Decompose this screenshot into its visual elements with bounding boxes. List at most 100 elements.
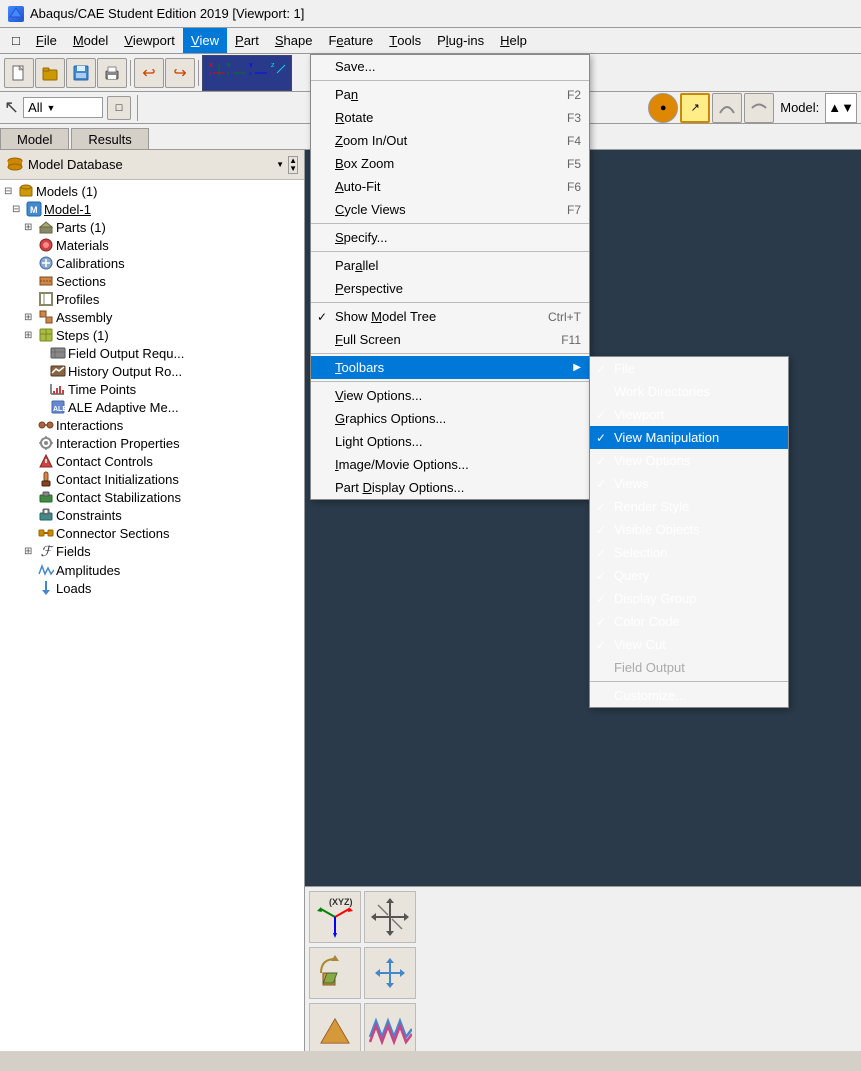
tb-cursor[interactable]: ↗ xyxy=(680,93,710,123)
menu-part-display[interactable]: Part Display Options... xyxy=(311,476,589,499)
tab-results[interactable]: Results xyxy=(71,128,148,149)
submenu-file[interactable]: ✓ File xyxy=(590,357,788,380)
menu-view-options[interactable]: View Options... xyxy=(311,384,589,407)
tree-interactions[interactable]: Interactions xyxy=(0,416,304,434)
expand-parts[interactable]: ⊞ xyxy=(24,222,36,233)
tree-connector-sections[interactable]: Connector Sections xyxy=(0,524,304,542)
tb-select-sq[interactable]: □ xyxy=(107,96,131,120)
tree-assembly[interactable]: ⊞ Assembly xyxy=(0,308,304,326)
menu-save[interactable]: Save... xyxy=(311,55,589,78)
tree-contact-controls[interactable]: Contact Controls xyxy=(0,452,304,470)
menu-rotate[interactable]: Rotate F3 xyxy=(311,106,589,129)
submenu-visible-obj[interactable]: ✓ Visible Objects xyxy=(590,518,788,541)
menu-perspective[interactable]: Perspective xyxy=(311,277,589,300)
expand-fields[interactable]: ⊞ xyxy=(24,546,36,557)
render-icon[interactable] xyxy=(309,1003,361,1051)
menu-toolbars[interactable]: Toolbars ▶ ✓ File Work Directories ✓ Vie… xyxy=(311,356,589,379)
submenu-color-code[interactable]: ✓ Color Code xyxy=(590,610,788,633)
tree-ale[interactable]: ALE ALE Adaptive Me... xyxy=(0,398,304,416)
pan-icon[interactable] xyxy=(364,891,416,943)
tree-interaction-props[interactable]: Interaction Properties xyxy=(0,434,304,452)
tree-steps[interactable]: ⊞ Steps (1) xyxy=(0,326,304,344)
tb-open[interactable] xyxy=(35,58,65,88)
tree-amplitudes[interactable]: Amplitudes xyxy=(0,561,304,579)
expand-models[interactable]: ⊟ xyxy=(4,186,16,197)
db-arrows[interactable]: ▲ ▼ xyxy=(288,156,298,174)
expand-steps[interactable]: ⊞ xyxy=(24,330,36,341)
menu-show-model-tree[interactable]: ✓ Show Model Tree Ctrl+T xyxy=(311,305,589,328)
menu-feature[interactable]: Feature xyxy=(320,28,381,53)
submenu-display-group[interactable]: ✓ Display Group xyxy=(590,587,788,610)
tree-time-points[interactable]: Time Points xyxy=(0,380,304,398)
menu-graphics-options[interactable]: Graphics Options... xyxy=(311,407,589,430)
submenu-work-dir[interactable]: Work Directories xyxy=(590,380,788,403)
menu-help[interactable]: Help xyxy=(492,28,535,53)
menu-cycle-views[interactable]: Cycle Views F7 xyxy=(311,198,589,221)
view-cut-check: ✓ xyxy=(596,638,606,652)
submenu-render-style[interactable]: ✓ Render Style xyxy=(590,495,788,518)
tree-contact-stab[interactable]: Contact Stabilizations xyxy=(0,488,304,506)
tree-field-output[interactable]: Field Output Requ... xyxy=(0,344,304,362)
menu-auto-fit[interactable]: Auto-Fit F6 xyxy=(311,175,589,198)
expand-model1[interactable]: ⊟ xyxy=(12,204,24,215)
submenu-view-manip[interactable]: ✓ View Manipulation xyxy=(590,426,788,449)
menu-parallel[interactable]: Parallel xyxy=(311,254,589,277)
xyz-icon[interactable]: (XYZ) xyxy=(309,891,361,943)
tree-fields[interactable]: ⊞ ℱ Fields xyxy=(0,542,304,561)
menu-file[interactable]: File xyxy=(28,28,65,53)
menu-view[interactable]: View xyxy=(183,28,227,53)
menu-box-zoom[interactable]: Box Zoom F5 xyxy=(311,152,589,175)
menu-viewport[interactable]: Viewport xyxy=(116,28,183,53)
db-dropdown[interactable]: ▼ xyxy=(276,160,284,169)
submenu-viewport[interactable]: ✓ Viewport xyxy=(590,403,788,426)
model-spinbox[interactable]: ▲▼ xyxy=(825,93,857,123)
menu-plugins[interactable]: Plug-ins xyxy=(429,28,492,53)
menu-shape[interactable]: Shape xyxy=(267,28,321,53)
tb-circle[interactable]: ● xyxy=(648,93,678,123)
submenu-views[interactable]: ✓ Views xyxy=(590,472,788,495)
tree-constraints[interactable]: Constraints xyxy=(0,506,304,524)
rotate-icon[interactable] xyxy=(309,947,361,999)
menu-pan[interactable]: Pan F2 xyxy=(311,83,589,106)
tree-parts[interactable]: ⊞ Parts (1) xyxy=(0,218,304,236)
app-title: Abaqus/CAE Student Edition 2019 [Viewpor… xyxy=(30,6,304,21)
menu-full-screen[interactable]: Full Screen F11 xyxy=(311,328,589,351)
menu-zoom-inout[interactable]: Zoom In/Out F4 xyxy=(311,129,589,152)
tree-history-output[interactable]: History Output Ro... xyxy=(0,362,304,380)
tree-models[interactable]: ⊟ Models (1) xyxy=(0,182,304,200)
tree-profiles[interactable]: Profiles xyxy=(0,290,304,308)
submenu-query[interactable]: ✓ Query xyxy=(590,564,788,587)
menu-image-movie[interactable]: Image/Movie Options... xyxy=(311,453,589,476)
tree-calibrations[interactable]: Calibrations xyxy=(0,254,304,272)
tree-sections[interactable]: Sections xyxy=(0,272,304,290)
tb-undo[interactable]: ↩ xyxy=(134,58,164,88)
tab-model[interactable]: Model xyxy=(0,128,69,149)
tree-loads[interactable]: Loads xyxy=(0,579,304,597)
tree-materials[interactable]: Materials xyxy=(0,236,304,254)
submenu-selection[interactable]: ✓ Selection xyxy=(590,541,788,564)
submenu-view-opts[interactable]: ✓ View Options xyxy=(590,449,788,472)
menu-view-toggle[interactable]: □ xyxy=(4,28,28,53)
tb-redo[interactable]: ↩ xyxy=(165,58,195,88)
select-arrow[interactable]: ↖ xyxy=(4,97,19,118)
submenu-view-cut[interactable]: ✓ View Cut xyxy=(590,633,788,656)
menu-tools[interactable]: Tools xyxy=(381,28,429,53)
menu-specify[interactable]: Specify... xyxy=(311,226,589,249)
tb-curve2[interactable] xyxy=(744,93,774,123)
menu-part[interactable]: Part xyxy=(227,28,267,53)
zoom-icon[interactable] xyxy=(364,947,416,999)
tb-curve1[interactable] xyxy=(712,93,742,123)
submenu-customize[interactable]: Customize... xyxy=(590,684,788,707)
menu-light-options[interactable]: Light Options... xyxy=(311,430,589,453)
tb-save[interactable] xyxy=(66,58,96,88)
wave-icon[interactable] xyxy=(364,1003,416,1051)
db-selector[interactable]: Model Database ▼ ▲ ▼ xyxy=(0,150,304,180)
all-select[interactable]: All ▼ xyxy=(23,97,103,118)
tree-model1[interactable]: ⊟ M Model-1 xyxy=(0,200,304,218)
menu-model[interactable]: Model xyxy=(65,28,116,53)
expand-assembly[interactable]: ⊞ xyxy=(24,312,36,323)
tb-new[interactable] xyxy=(4,58,34,88)
tree-fields-label: Fields xyxy=(56,544,91,559)
tb-print[interactable] xyxy=(97,58,127,88)
tree-contact-init[interactable]: Contact Initializations xyxy=(0,470,304,488)
